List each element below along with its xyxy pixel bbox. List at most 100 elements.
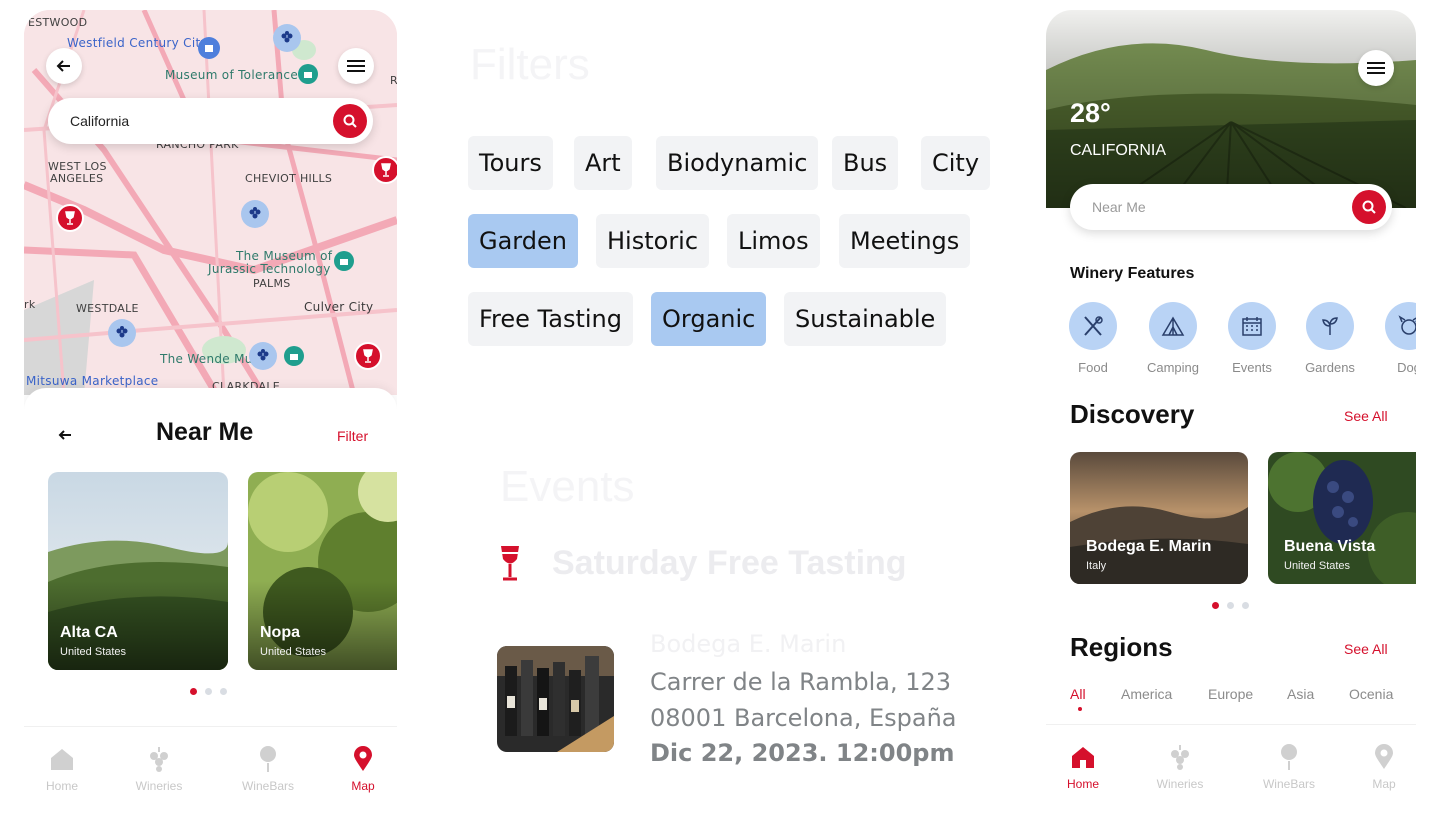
tab-label: WineBars [241,779,294,793]
chip-free-tasting[interactable]: Free Tasting [468,292,633,346]
grape-pin-icon[interactable] [273,24,301,52]
tab-wineries[interactable]: Wineries [1140,743,1220,791]
chip-limos[interactable]: Limos [727,214,820,268]
carousel-dot[interactable] [1212,602,1219,609]
chip-bus[interactable]: Bus [832,136,899,190]
sheet-title: Near Me [156,418,254,446]
feature-label: Events [1232,360,1272,375]
sheet-back-button[interactable] [48,418,82,452]
region-tab-america[interactable]: America [1121,686,1172,702]
feature-food[interactable]: Food [1063,302,1123,375]
discovery-title: Discovery [1070,399,1195,429]
map-view[interactable]: ESTWOOD Westfield Century City Museum of… [24,10,397,395]
search-icon [343,114,357,128]
carousel-dot[interactable] [190,688,197,695]
tent-icon [1161,316,1185,336]
region-tab-europe[interactable]: Europe [1208,686,1253,702]
museum-pin-icon[interactable] [334,251,354,271]
museum-pin-icon[interactable] [284,346,304,366]
regions-see-all-link[interactable]: See All [1344,641,1388,657]
chip-historic[interactable]: Historic [596,214,710,268]
card-subtitle: United States [60,646,127,658]
wine-glass-icon [501,546,519,581]
wine-bar-pin-icon[interactable] [354,342,382,370]
grape-pin-icon[interactable] [241,200,269,228]
discovery-card[interactable]: Buena Vista United States [1268,452,1416,584]
hero-banner: 28° CALIFORNIA [1046,10,1416,208]
arrow-left-icon [56,60,70,72]
card-subtitle: United States [260,646,327,658]
chip-city[interactable]: City [921,136,991,190]
carousel-dot[interactable] [205,688,212,695]
filter-link[interactable]: Filter [337,428,368,444]
search-input[interactable]: Near Me [1092,199,1146,215]
feature-events[interactable]: Events [1222,302,1282,375]
map-label: The Museum of [236,249,333,263]
carousel-dot[interactable] [220,688,227,695]
grape-pin-icon[interactable] [108,319,136,347]
chip-tours[interactable]: Tours [468,136,553,190]
tab-home[interactable]: Home [1046,743,1123,791]
bottom-tab-bar: Home Wineries WineBars Map [1046,724,1416,810]
region-tab-asia[interactable]: Asia [1287,686,1314,702]
region-tab-ocenia[interactable]: Ocenia [1349,686,1393,702]
carousel-dot[interactable] [1242,602,1249,609]
place-card[interactable]: Nopa United States [248,472,397,670]
chip-sustainable[interactable]: Sustainable [784,292,947,346]
map-label: PALMS [253,277,291,290]
near-me-sheet: Near Me Filter Alta CA United States Nop… [24,388,397,728]
event-image[interactable] [497,646,614,752]
menu-button[interactable] [338,48,374,84]
chip-organic[interactable]: Organic [651,292,767,346]
feature-gardens[interactable]: Gardens [1301,302,1359,375]
search-input[interactable]: California [70,113,129,129]
feature-dog[interactable]: Dog [1379,302,1416,375]
tab-label: Home [45,779,78,793]
bottom-tab-bar: Home Wineries WineBars Map [24,726,397,810]
carousel-dots [1212,602,1249,609]
event-title[interactable]: Saturday Free Tasting [552,544,907,583]
arrow-left-icon [58,430,71,440]
map-search-field[interactable]: California [48,98,373,144]
grape-pin-icon[interactable] [249,342,277,370]
chip-garden[interactable]: Garden [468,214,578,268]
carousel-dot[interactable] [1227,602,1234,609]
tab-map[interactable]: Map [323,745,397,793]
region-tab-all[interactable]: All [1070,686,1086,702]
chip-meetings[interactable]: Meetings [839,214,971,268]
search-icon [1362,200,1376,214]
map-label: CHEVIOT HILLS [245,172,333,185]
discovery-card[interactable]: Bodega E. Marin Italy [1070,452,1248,584]
place-card[interactable]: Alta CA United States [48,472,228,670]
feature-label: Camping [1146,360,1200,375]
shopping-pin-icon[interactable] [198,37,220,59]
grape-icon [1171,745,1189,770]
map-pin-icon [354,746,372,771]
home-icon [1072,747,1094,768]
wine-bar-pin-icon[interactable] [56,204,84,232]
tab-winebars[interactable]: WineBars [1249,743,1329,791]
card-title: Buena Vista [1284,538,1376,555]
discovery-see-all-link[interactable]: See All [1344,408,1388,424]
tab-map[interactable]: Map [1344,743,1416,791]
tab-home[interactable]: Home [24,745,102,793]
menu-button[interactable] [1358,50,1394,86]
wine-bar-pin-icon[interactable] [372,156,397,184]
back-button[interactable] [46,48,82,84]
feature-camping[interactable]: Camping [1142,302,1204,375]
chip-biodynamic[interactable]: Biodynamic [656,136,819,190]
map-label: rk [24,298,36,311]
tab-wineries[interactable]: Wineries [119,745,199,793]
search-button[interactable] [333,104,367,138]
tab-winebars[interactable]: WineBars [228,745,308,793]
search-button[interactable] [1352,190,1386,224]
event-address-line1: Carrer de la Rambla, 123 [650,668,952,696]
map-label: Museum of Tolerance [165,68,299,82]
tab-label: Map [1372,777,1396,791]
event-venue: Bodega E. Marin [650,630,847,658]
museum-pin-icon[interactable] [298,64,318,84]
active-indicator [1078,707,1082,711]
chip-art[interactable]: Art [574,136,632,190]
card-subtitle: United States [1284,560,1351,572]
home-search-field[interactable]: Near Me [1070,184,1392,230]
